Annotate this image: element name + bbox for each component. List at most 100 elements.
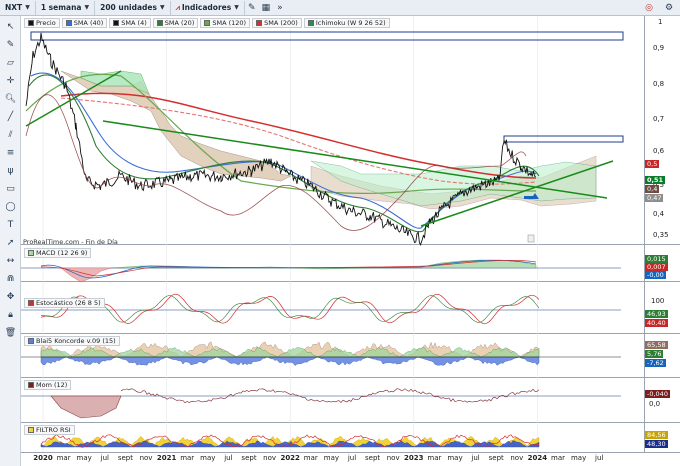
legend-blai5[interactable]: Blai5 Koncorde v.09 (15) bbox=[24, 336, 120, 346]
pitchfork-icon[interactable]: ψ bbox=[3, 164, 18, 178]
period-label: 1 semana bbox=[40, 3, 82, 12]
x-axis-month-label: may bbox=[323, 454, 340, 462]
ruler-icon[interactable]: ▱ bbox=[3, 56, 18, 70]
macd-legend: MACD (12 26 9) bbox=[24, 248, 92, 258]
momentum-panel bbox=[21, 388, 621, 419]
chevron-down-icon: ▼ bbox=[25, 4, 30, 11]
indicators-label: Indicadores bbox=[181, 3, 232, 12]
tools-icon[interactable]: ✎ bbox=[245, 1, 259, 15]
legend-label: SMA (200) bbox=[264, 19, 298, 27]
sma-20-line bbox=[28, 74, 540, 233]
move-icon[interactable]: ✥ bbox=[3, 290, 18, 304]
units-label: 200 unidades bbox=[100, 3, 157, 12]
price-axis-label: 0,8 bbox=[653, 80, 665, 88]
legend-rsi[interactable]: FILTRO RSI bbox=[24, 425, 75, 435]
x-axis-month-label: may bbox=[200, 454, 216, 462]
x-axis-month-label: jul bbox=[595, 454, 604, 462]
legend-mom[interactable]: Mom (12) bbox=[24, 380, 72, 390]
legend-sma40[interactable]: SMA (40) bbox=[61, 18, 108, 28]
x-axis-month-label: sept bbox=[117, 454, 133, 462]
channel-icon[interactable]: ⫽ bbox=[3, 128, 18, 142]
magnet-icon[interactable]: ⋒ bbox=[3, 272, 18, 286]
koncorde-value: 65,58 bbox=[645, 341, 668, 349]
x-axis-month-label: sept bbox=[365, 454, 381, 462]
macd-value: 0,015 bbox=[645, 255, 668, 263]
x-axis-month-label: may bbox=[76, 454, 92, 462]
x-axis-year-label: 2022 bbox=[280, 454, 300, 462]
drawing-tools-rail: ↖ ✎ ▱ ✛ 🔍︎ ╱ ⫽ ≡ ψ ▭ ◯ T ➚ ↔ ⋒ ✥ 🔒︎ 🗑︎ bbox=[0, 16, 21, 466]
fibonacci-icon[interactable]: ≡ bbox=[3, 146, 18, 160]
macd-value: -0,00 bbox=[645, 271, 666, 279]
legend-label: MACD (12 26 9) bbox=[36, 249, 88, 257]
indicators-button[interactable]: ⩘ Indicadores ▼ bbox=[171, 0, 245, 15]
trash-icon[interactable]: 🗑︎ bbox=[3, 326, 18, 340]
ellipse-icon[interactable]: ◯ bbox=[3, 200, 18, 214]
lock-icon[interactable]: 🔒︎ bbox=[3, 308, 18, 322]
price-axis-label: 0,6 bbox=[653, 147, 665, 155]
price-axis-label: 0,7 bbox=[653, 115, 665, 123]
price-axis-label: 1 bbox=[658, 18, 663, 26]
x-axis-month-label: may bbox=[447, 454, 463, 462]
price-tag: 0,4 bbox=[645, 185, 660, 193]
rsi-value: 84,56 bbox=[645, 431, 668, 439]
legend-label: Blai5 Koncorde v.09 (15) bbox=[36, 337, 116, 345]
x-axis-month-label: jul bbox=[224, 454, 233, 462]
swatch-icon bbox=[113, 20, 120, 26]
data-source-label: ProRealTime.com - Fin de Día bbox=[23, 238, 118, 246]
legend-price[interactable]: Precio bbox=[24, 18, 60, 28]
symbol-selector[interactable]: NXT ▼ bbox=[0, 0, 36, 15]
legend-sma4[interactable]: SMA (4) bbox=[109, 18, 151, 28]
stoch-value: 40,40 bbox=[645, 319, 668, 327]
chevron-down-icon: ▼ bbox=[234, 4, 239, 11]
crosshair-icon[interactable]: ✛ bbox=[3, 74, 18, 88]
chevron-down-icon: ▼ bbox=[159, 4, 165, 11]
legend-stoch[interactable]: Estocástico (26 8 5) bbox=[24, 298, 105, 308]
measure-icon[interactable]: ↔ bbox=[3, 254, 18, 268]
blai5-legend: Blai5 Koncorde v.09 (15) bbox=[24, 336, 120, 346]
legend-sma200[interactable]: SMA (200) bbox=[252, 18, 302, 28]
legend-macd[interactable]: MACD (12 26 9) bbox=[24, 248, 92, 258]
x-axis-month-label: mar bbox=[180, 454, 195, 462]
swatch-icon bbox=[28, 300, 34, 306]
legend-label: SMA (4) bbox=[121, 19, 147, 27]
arrow-icon[interactable]: ➚ bbox=[3, 236, 18, 250]
symbol-label: NXT bbox=[5, 3, 23, 12]
period-selector[interactable]: 1 semana ▼ bbox=[36, 0, 96, 15]
legend-sma120[interactable]: SMA (120) bbox=[200, 18, 251, 28]
units-selector[interactable]: 200 unidades ▼ bbox=[95, 0, 171, 15]
x-axis-month-label: mar bbox=[56, 454, 71, 462]
rectangle-icon[interactable]: ▭ bbox=[3, 182, 18, 196]
stoch-axis-label: 100 bbox=[651, 297, 665, 305]
x-axis-year-label: 2023 bbox=[404, 454, 424, 462]
x-axis-month-label: nov bbox=[263, 454, 277, 462]
chart-canvas[interactable] bbox=[21, 16, 680, 466]
swatch-icon bbox=[28, 382, 34, 388]
x-axis-month-label: mar bbox=[551, 454, 565, 462]
rsi-value: 48,30 bbox=[645, 440, 668, 448]
legend-ichimoku[interactable]: Ichimoku (W 9 26 52) bbox=[303, 18, 390, 28]
layout-icon[interactable]: ▦ bbox=[259, 1, 273, 15]
target-icon[interactable]: ◎ bbox=[642, 1, 656, 15]
price-tag: 0,5 bbox=[645, 160, 660, 168]
more-icon[interactable]: » bbox=[273, 1, 287, 15]
price-axis-label: 0,4 bbox=[653, 210, 665, 218]
legend-sma20[interactable]: SMA (20) bbox=[152, 18, 199, 28]
chart-area[interactable]: Precio SMA (40) SMA (4) SMA (20) SMA (12… bbox=[21, 16, 680, 466]
swatch-icon bbox=[204, 20, 211, 26]
ichimoku-chikou-line bbox=[25, 94, 527, 231]
mom-axis-label: 0,0 bbox=[649, 400, 661, 408]
x-axis-month-label: sept bbox=[488, 454, 504, 462]
x-axis-month-label: jul bbox=[100, 454, 109, 462]
text-icon[interactable]: T bbox=[3, 218, 18, 232]
cursor-icon[interactable]: ↖ bbox=[3, 20, 18, 34]
swatch-icon bbox=[28, 427, 34, 433]
pencil-icon[interactable]: ✎ bbox=[3, 38, 18, 52]
chevron-down-icon: ▼ bbox=[84, 4, 90, 11]
line-icon[interactable]: ╱ bbox=[3, 110, 18, 124]
settings-icon[interactable]: ⚙ bbox=[662, 1, 676, 15]
swatch-icon bbox=[28, 250, 34, 256]
legend-label: Mom (12) bbox=[36, 381, 68, 389]
zoom-icon[interactable]: 🔍︎ bbox=[3, 92, 18, 106]
legend-label: FILTRO RSI bbox=[36, 426, 71, 434]
price-tag-last: 0,51 bbox=[645, 176, 666, 184]
